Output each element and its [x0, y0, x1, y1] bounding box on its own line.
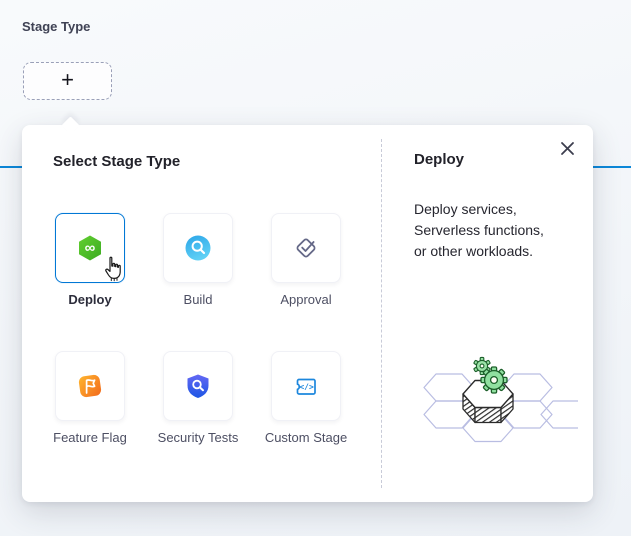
- stage-tile-label: Approval: [259, 292, 353, 308]
- stage-tile-custom-stage: </> Custom Stage: [271, 351, 341, 446]
- stage-tile-custom-stage-button[interactable]: </>: [271, 351, 341, 421]
- stage-tile-security-tests: Security Tests: [163, 351, 233, 446]
- stage-tile-approval: Approval: [271, 213, 341, 308]
- security-tests-icon: [184, 372, 212, 400]
- stage-tile-label: Feature Flag: [43, 430, 137, 446]
- custom-stage-icon: </>: [292, 372, 320, 400]
- stage-tile-label: Custom Stage: [259, 430, 353, 446]
- stage-detail-panel: Deploy Deploy services, Serverless funct…: [382, 125, 593, 502]
- stage-tile-feature-flag: Feature Flag: [55, 351, 125, 446]
- build-icon: [184, 234, 212, 262]
- popover-title: Select Stage Type: [53, 152, 381, 172]
- close-button[interactable]: [554, 135, 580, 161]
- detail-title: Deploy: [414, 150, 573, 170]
- stage-tile-label: Deploy: [43, 292, 137, 308]
- stage-tile-build-button[interactable]: [163, 213, 233, 283]
- stage-tile-build: Build: [163, 213, 233, 308]
- hand-cursor: [101, 255, 124, 283]
- add-stage-button[interactable]: +: [23, 62, 112, 100]
- detail-description: Deploy services, Serverless functions, o…: [414, 199, 573, 262]
- stage-tile-label: Build: [151, 292, 245, 308]
- feature-flag-icon: [76, 372, 104, 400]
- svg-text:</>: </>: [299, 382, 314, 391]
- close-icon: [560, 141, 575, 156]
- stage-tile-label: Security Tests: [151, 430, 245, 446]
- stage-tile-approval-button[interactable]: [271, 213, 341, 283]
- stage-type-label: Stage Type: [22, 19, 90, 34]
- approval-icon: [292, 234, 320, 262]
- svg-text:∞: ∞: [85, 240, 96, 257]
- deploy-icon: ∞: [76, 234, 104, 262]
- plus-icon: +: [61, 69, 74, 91]
- stage-type-list-panel: Select Stage Type ∞ Deploy: [22, 125, 381, 502]
- select-stage-type-popover: Select Stage Type ∞ Deploy: [22, 125, 593, 502]
- stage-type-grid: ∞ Deploy: [55, 213, 381, 446]
- stage-tile-feature-flag-button[interactable]: [55, 351, 125, 421]
- stage-tile-security-tests-button[interactable]: [163, 351, 233, 421]
- deploy-hexagon-gear-illustration: [406, 353, 578, 449]
